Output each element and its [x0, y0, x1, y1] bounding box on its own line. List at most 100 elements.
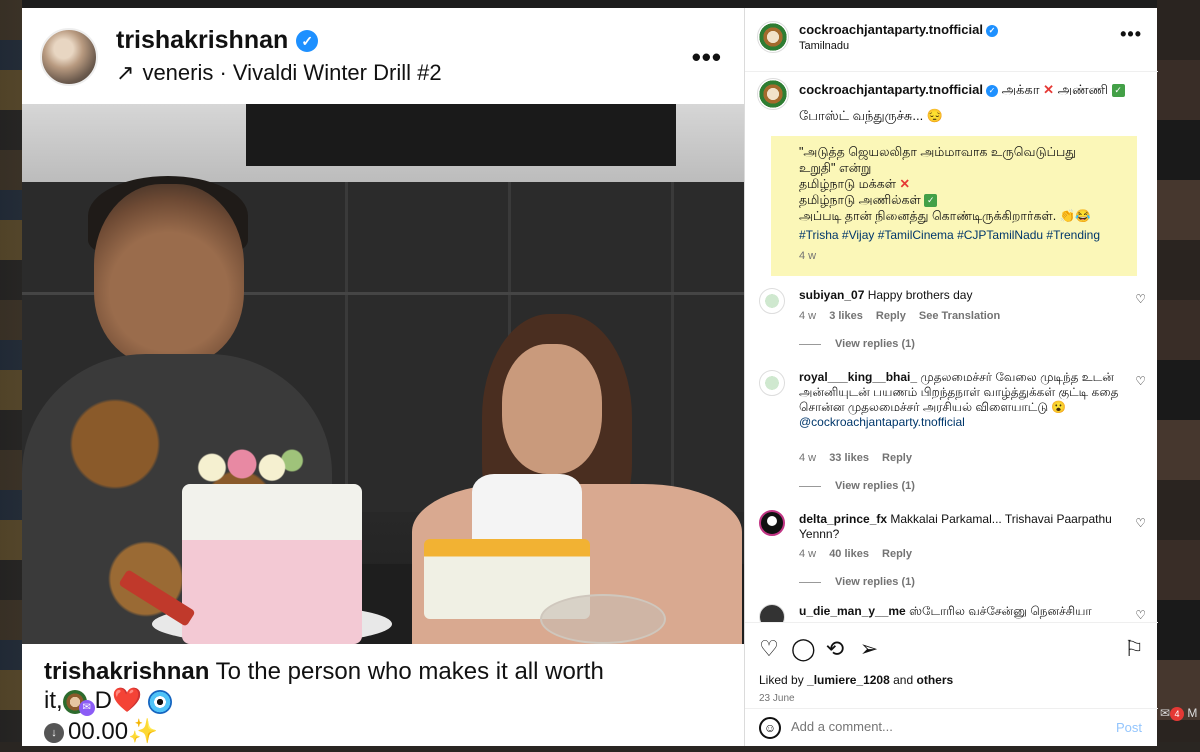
comment-like-heart-icon[interactable]: ♡	[1135, 292, 1146, 306]
account-name[interactable]: cockroachjantaparty.tnofficial ✓	[799, 22, 998, 37]
caption-avatar[interactable]	[757, 78, 789, 110]
post-username[interactable]: trishakrishnan ✓	[116, 26, 319, 55]
comment-mention[interactable]: @cockroachjantaparty.tnofficial	[799, 415, 965, 429]
caption-word-a: அக்கா	[1001, 82, 1040, 97]
caption-line-2-tail: D	[94, 687, 113, 714]
caption-line-1: trishakrishnan To the person who makes i…	[44, 658, 724, 686]
commenter-avatar[interactable]	[759, 288, 785, 314]
comment-meta: 4 w 33 likes Reply	[799, 452, 922, 464]
commenter-name[interactable]: delta_prince_fx	[799, 512, 887, 526]
heart-icon[interactable]: ♡	[757, 637, 781, 661]
post-comment-button[interactable]: Post	[1116, 720, 1142, 735]
liked-by: Liked by _lumiere_1208 and others	[759, 673, 953, 687]
liked-by-others[interactable]: others	[917, 673, 954, 687]
hashtags[interactable]: #Trisha #Vijay #TamilCinema #CJPTamilNad…	[799, 228, 1100, 242]
caption-header: cockroachjantaparty.tnofficial ✓ அக்கா ✕ …	[799, 82, 1125, 99]
caption-word-b: அண்ணி	[1057, 82, 1108, 97]
caption-author[interactable]: cockroachjantaparty.tnofficial	[799, 82, 983, 97]
messages-overlay[interactable]: ✉ 4 M	[1160, 706, 1197, 721]
notification-badge: 4	[1170, 707, 1185, 721]
account-name-text[interactable]: cockroachjantaparty.tnofficial	[799, 22, 983, 37]
evil-eye-icon	[147, 689, 172, 714]
comment-time: 4 w	[799, 310, 817, 322]
backdrop-strip-right	[1157, 0, 1200, 752]
check-mark-icon: ✓	[924, 194, 938, 208]
photo-pink-cake	[182, 484, 362, 644]
caption-subline: போஸ்ட் வந்துருச்சு... 😔	[799, 108, 944, 123]
liked-by-user[interactable]: _lumiere_1208	[807, 673, 890, 687]
post-header: trishakrishnan ✓ ↗ veneris · Vivaldi Winte…	[22, 8, 744, 104]
comment-text: Happy brothers day	[867, 288, 973, 302]
share-icon[interactable]: ⟲	[823, 637, 847, 661]
caption-time-text: 00.00	[68, 718, 129, 745]
reply-button[interactable]: Reply	[882, 452, 912, 464]
photo-range-hood	[246, 104, 676, 166]
post-username-text[interactable]: trishakrishnan	[116, 26, 288, 54]
send-icon[interactable]: ➢	[857, 637, 881, 661]
reply-button[interactable]: Reply	[876, 310, 906, 322]
bookmark-icon[interactable]: ⚐	[1122, 637, 1146, 661]
view-replies-button[interactable]: View replies (1)	[799, 480, 915, 492]
highlight-line-2: உறுதி" என்று	[799, 161, 872, 175]
liked-by-and: and	[893, 673, 914, 687]
backdrop-strip-left	[0, 0, 22, 752]
comment-meta: 4 w 3 likes Reply See Translation	[799, 310, 1010, 322]
commenter-name[interactable]: u_die_man_y__me	[799, 604, 906, 618]
see-translation-button[interactable]: See Translation	[919, 310, 1000, 322]
verified-badge-icon: ✓	[985, 24, 998, 37]
caption-line-3: ↓ 00.00✨	[44, 716, 724, 746]
account-avatar[interactable]	[757, 21, 789, 53]
story-caption: trishakrishnan To the person who makes i…	[22, 644, 744, 746]
reply-button[interactable]: Reply	[882, 548, 912, 560]
photo-cake-flowers	[152, 429, 352, 499]
panel-header: cockroachjantaparty.tnofficial ✓ Tamilnad…	[745, 8, 1158, 72]
comment-likes[interactable]: 33 likes	[829, 452, 869, 464]
post-side-panel: cockroachjantaparty.tnofficial ✓ Tamilnad…	[744, 8, 1158, 746]
comment-like-heart-icon[interactable]: ♡	[1135, 516, 1146, 530]
comment-body: delta_prince_fx Makkalai Parkamal... Tri…	[799, 512, 1119, 542]
comment-body: subiyan_07 Happy brothers day	[799, 288, 1119, 303]
comment-body: royal___king__bhai_ முதலமைச்சர் வேலை முட…	[799, 370, 1119, 430]
liked-by-prefix: Liked by	[759, 673, 804, 687]
post-media-card: trishakrishnan ✓ ↗ veneris · Vivaldi Winte…	[22, 8, 744, 746]
highlight-line-4-text: தமிழ்நாடு அணில்கள்	[799, 193, 921, 207]
post-date[interactable]: 23 June	[759, 693, 795, 704]
gray-badge-icon: ↓	[44, 722, 64, 743]
commenter-name[interactable]: subiyan_07	[799, 288, 864, 302]
caption-highlight-text: "அடுத்த ஜெயலலிதா அம்மாவாக உருவெடுப்பது உ…	[799, 144, 1129, 224]
comment-like-heart-icon[interactable]: ♡	[1135, 608, 1146, 622]
messages-label: M	[1187, 706, 1198, 720]
photo-man-head	[94, 184, 244, 364]
audio-track-label: veneris · Vivaldi Winter Drill #2	[142, 60, 442, 85]
more-options-icon[interactable]: •••	[692, 42, 722, 73]
comment-icon[interactable]: ◯	[791, 637, 816, 661]
caption-username[interactable]: trishakrishnan	[44, 658, 209, 685]
comment-body: u_die_man_y__me ஸ்டோரில வச்சேன்னு நெனச்ச…	[799, 604, 1119, 619]
location-label[interactable]: Tamilnadu	[799, 40, 849, 52]
comment-likes[interactable]: 40 likes	[829, 548, 869, 560]
emoji-icon[interactable]: ☺	[759, 717, 781, 739]
view-replies-button[interactable]: View replies (1)	[799, 338, 915, 350]
comment-text: ஸ்டோரில வச்சேன்னு நெனச்சியா	[909, 604, 1092, 618]
messages-icon[interactable]: ✉	[1160, 706, 1170, 720]
comment-likes[interactable]: 3 likes	[829, 310, 863, 322]
photo-glass-bowl	[540, 594, 666, 644]
more-options-icon[interactable]: •••	[1120, 24, 1142, 45]
view-replies-button[interactable]: View replies (1)	[799, 576, 915, 588]
commenter-avatar[interactable]	[759, 370, 785, 396]
comment-like-heart-icon[interactable]: ♡	[1135, 374, 1146, 388]
highlight-line-3: தமிழ்நாடு மக்கள் ✕	[799, 176, 1129, 192]
avatar[interactable]	[40, 28, 98, 86]
comment-input[interactable]	[791, 719, 1091, 734]
arrow-up-right-icon: ↗	[116, 60, 135, 85]
comments-scroll-area[interactable]: cockroachjantaparty.tnofficial ✓ அக்கா ✕ …	[745, 72, 1158, 622]
commenter-avatar[interactable]	[759, 604, 785, 622]
post-photo	[22, 104, 744, 644]
commenter-name[interactable]: royal___king__bhai_	[799, 370, 917, 384]
red-heart-icon: ❤️	[112, 687, 142, 714]
commenter-avatar[interactable]	[759, 510, 785, 536]
add-comment-bar: ☺ Post	[745, 708, 1158, 746]
highlight-line-1: "அடுத்த ஜெயலலிதா அம்மாவாக உருவெடுப்பது	[799, 145, 1077, 159]
audio-track[interactable]: ↗ veneris · Vivaldi Winter Drill #2	[116, 60, 442, 86]
verified-badge-icon: ✓	[296, 30, 319, 53]
